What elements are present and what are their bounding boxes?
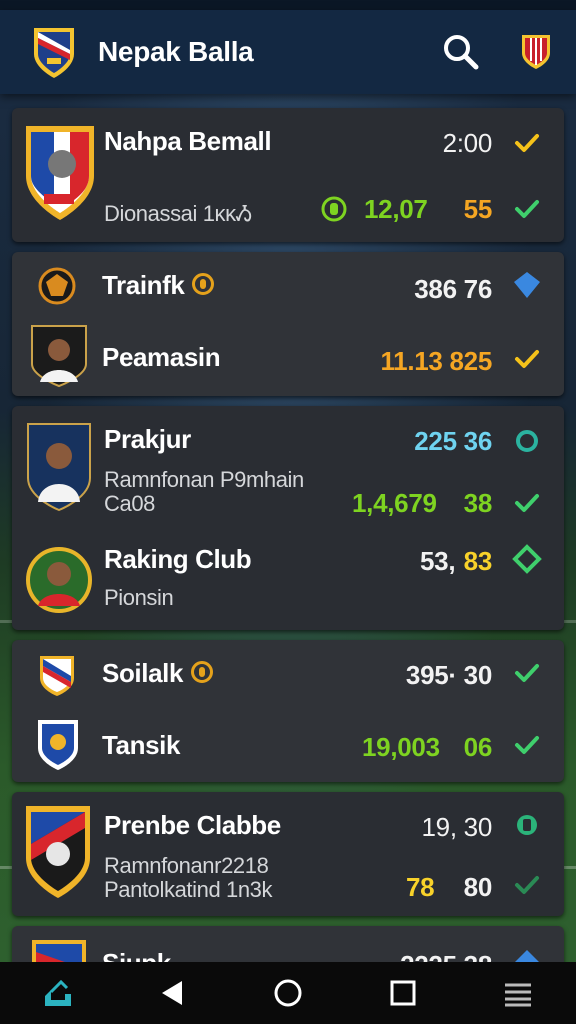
points-value: 80 [463,872,493,902]
system-nav-bar [0,962,576,1024]
list-item[interactable]: Nahpa Bemall 2:00 Dionassai 1ĸĸᏱ 12,07 5… [12,108,564,242]
menu-icon[interactable] [501,976,535,1010]
points-value: 55 [463,194,493,224]
app-title: Nepak Balla [98,36,254,67]
points-value: 38 [463,488,493,518]
player-subtitle-2: Ca08 [104,491,155,516]
check-icon [515,876,539,894]
player-avatar-icon [27,423,91,512]
match-time: 2:00 [442,128,493,158]
score-value: 386 76 [414,274,492,304]
score-value: 19,003 [362,732,440,762]
player-name: Prakjur [104,424,191,454]
score-value: 395· 30 [405,660,492,690]
player-name: Peamasin [102,342,221,372]
check-icon [515,664,539,682]
points-value: 83 [463,546,493,576]
club-crest-icon [38,720,78,770]
app-bar: Nepak Balla [0,10,576,94]
player-avatar-icon [26,547,92,613]
search-icon[interactable] [442,33,480,71]
club-name: Raking Club [104,544,252,574]
club-crest-icon [26,806,90,898]
club-name: Soilalk [102,658,214,689]
trophy-icon [321,196,347,222]
rating-value: 78 [406,872,435,902]
club-crest-icon [26,126,94,220]
player-subtitle: Ramnfonan P9mhain [104,467,304,492]
home-icon[interactable] [41,976,75,1010]
list-item[interactable]: Peamasin 11.13 825 [12,324,564,396]
player-avatar-icon [31,325,87,388]
home-circle-icon[interactable] [271,976,305,1010]
score-value: 12,07 [364,194,428,224]
score-value: 19, 30 [421,812,493,842]
club-name: Prenbe Clabbe [104,810,281,840]
diamond-icon [512,544,542,574]
check-icon [515,200,539,218]
list-item[interactable]: Prakjur 225 36 Ramnfonan P9mhain Ca08 1,… [12,406,564,530]
club-name: Tansik [102,730,181,760]
score-value: 53, [420,546,456,576]
list-item[interactable]: Soilalk 395· 30 [12,640,564,712]
club-crest-icon [38,267,76,305]
list-item[interactable]: Prenbe Clabbe 19, 30 Ramnfonanr2218 Pant… [12,792,564,916]
match-list: Nahpa Bemall 2:00 Dionassai 1ĸĸᏱ 12,07 5… [12,108,564,1006]
shield-icon [517,815,537,835]
club-logo-icon[interactable] [30,24,78,80]
club-crest-icon [40,656,74,696]
points-value: 06 [463,732,493,762]
shield-icon [516,430,538,452]
list-item[interactable]: Tansik 19,003 06 [12,712,564,784]
club-subtitle: Dionassai 1ĸĸᏱ [104,201,252,226]
list-item-group: Trainfk 386 76 Peamasin 11.13 825 [12,252,564,396]
list-item-group: Soilalk 395· 30 Tansik 19,003 06 [12,640,564,782]
diamond-icon [514,272,540,298]
score-value: 1,4,679 [352,488,437,518]
check-icon [515,134,539,152]
coin-icon [192,273,215,296]
club-subtitle: Pionsin [104,585,174,610]
list-item[interactable]: Raking Club 53, 83 Pionsin [12,530,564,630]
recents-icon[interactable] [386,976,420,1010]
club-subtitle-2: Pantolkatind 1n3k [104,877,273,902]
back-icon[interactable] [156,976,190,1010]
list-item[interactable]: Trainfk 386 76 [12,252,564,324]
club-subtitle: Ramnfonanr2218 [104,853,269,878]
rating-value: 11.13 825 [380,346,492,376]
coin-icon [191,661,214,684]
status-bar [0,0,576,10]
check-icon [515,350,539,368]
check-icon [515,494,539,512]
score-value: 225 36 [414,426,492,456]
club-name: Trainfk [102,270,215,301]
list-item-group: Prakjur 225 36 Ramnfonan P9mhain Ca08 1,… [12,406,564,630]
check-icon [515,736,539,754]
club-name: Nahpa Bemall [104,126,272,156]
team-badge-icon[interactable] [520,33,552,71]
